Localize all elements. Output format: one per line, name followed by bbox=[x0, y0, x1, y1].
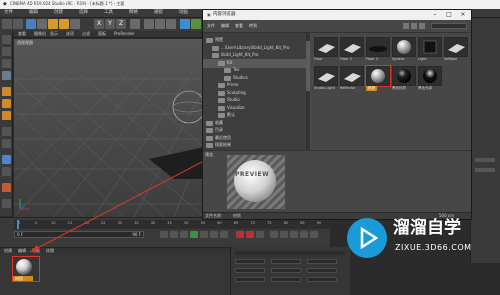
tree-item-label: lib4d_Light_Kit_Pro bbox=[221, 52, 259, 57]
forward-icon[interactable] bbox=[411, 23, 417, 29]
tree-item-label: Studio bbox=[227, 97, 240, 102]
tree-item-label: ...\User\Library\lib4d_Light_Kit_Pro bbox=[221, 44, 290, 50]
asset-label: Light bbox=[418, 57, 427, 61]
asset-thumbnail[interactable] bbox=[418, 66, 442, 86]
asset-thumbnail[interactable] bbox=[392, 37, 416, 57]
tree-item-label: 搜索结果 bbox=[215, 142, 231, 147]
asset-thumbnail[interactable] bbox=[392, 66, 416, 86]
tree-item-label: Prime bbox=[227, 82, 239, 87]
play-logo-icon bbox=[347, 218, 387, 258]
tree-item-label: 收藏 bbox=[215, 119, 223, 125]
asset-preview-icon bbox=[397, 40, 411, 54]
tree-item-label: 默认 bbox=[227, 112, 235, 117]
minimize-icon[interactable]: – bbox=[429, 11, 441, 19]
asset-thumbnail[interactable] bbox=[366, 37, 390, 57]
asset-thumbnail[interactable] bbox=[314, 66, 338, 86]
status-file-value: 材质 bbox=[233, 213, 241, 218]
asset-preview-icon bbox=[318, 73, 335, 82]
preview-label: 预览 bbox=[205, 152, 213, 157]
tree-item-label: 目录 bbox=[215, 127, 223, 132]
parent-folder-icon[interactable] bbox=[419, 23, 425, 29]
dialog-menu-item[interactable]: 编辑 bbox=[221, 24, 229, 28]
folder-icon bbox=[206, 135, 213, 141]
asset-label: Floor bbox=[314, 57, 323, 61]
asset-preview-icon bbox=[448, 44, 465, 53]
tree-scrollbar[interactable] bbox=[306, 33, 310, 150]
asset-label: Studio Light bbox=[314, 86, 335, 90]
asset-label: 材质 bbox=[366, 86, 377, 91]
asset-label: Reflector bbox=[340, 86, 356, 90]
asset-preview-icon bbox=[318, 44, 335, 53]
tree-item-label: Kit bbox=[227, 59, 233, 65]
asset-thumbnail[interactable] bbox=[444, 37, 468, 57]
folder-icon bbox=[206, 128, 213, 133]
dialog-menu-item[interactable]: 转到 bbox=[249, 24, 257, 28]
watermark-url: ZIXUE.3D66.COM bbox=[395, 243, 472, 252]
tree-item-label: Visualize bbox=[227, 104, 245, 110]
tree-item-label: 预置 bbox=[215, 37, 223, 42]
preview-text: PREVIEW bbox=[235, 171, 270, 178]
asset-thumbnail[interactable] bbox=[340, 66, 364, 86]
asset-preview-icon bbox=[397, 69, 411, 83]
asset-grid: Floor Floor 2 Floor 3 Sphere Light Softbox Stu… bbox=[311, 33, 471, 150]
asset-label: Sphere bbox=[392, 57, 405, 61]
content-browser-dialog: ▣ 内容浏览器 – □ × 文件 编辑 查看 转到 预置 ...\User\Librar… bbox=[202, 9, 472, 220]
tree-scrollbar-thumb[interactable] bbox=[306, 41, 310, 91]
watermark-brand: 溜溜自学 bbox=[393, 218, 461, 238]
tree-item-label: Studios bbox=[233, 74, 248, 80]
folder-icon bbox=[224, 68, 231, 73]
preview-area: 预览 PREVIEW bbox=[203, 150, 471, 212]
folder-icon bbox=[218, 83, 225, 88]
preview-image: PREVIEW bbox=[227, 155, 285, 209]
dialog-icon: ▣ bbox=[207, 12, 211, 17]
asset-thumbnail[interactable] bbox=[418, 37, 442, 57]
asset-preview-icon bbox=[423, 40, 437, 54]
close-icon[interactable]: × bbox=[457, 11, 469, 19]
dialog-menu-item[interactable]: 查看 bbox=[235, 24, 243, 28]
asset-label: Floor 3 bbox=[366, 57, 379, 61]
folder-icon bbox=[206, 143, 213, 148]
asset-preview-icon bbox=[344, 73, 361, 82]
asset-thumbnail[interactable] bbox=[340, 37, 364, 57]
asset-preview-icon bbox=[423, 69, 437, 83]
folder-icon bbox=[218, 105, 225, 111]
asset-label: 黑色材质 bbox=[392, 86, 406, 90]
asset-label: 黑色光泽 bbox=[418, 86, 432, 90]
asset-thumbnail[interactable] bbox=[314, 37, 338, 57]
folder-icon bbox=[218, 90, 225, 96]
asset-preview-icon bbox=[344, 44, 361, 53]
folder-icon bbox=[206, 38, 213, 43]
asset-preview-icon bbox=[371, 69, 385, 83]
tree-item-label: 最近使用 bbox=[215, 134, 231, 140]
folder-icon bbox=[218, 98, 225, 103]
dialog-menu-item[interactable]: 文件 bbox=[207, 24, 215, 28]
folder-icon bbox=[224, 75, 231, 81]
dialog-title-bar: ▣ 内容浏览器 – □ × bbox=[203, 10, 471, 20]
tree-item[interactable]: 搜索结果 bbox=[203, 141, 306, 150]
folder-icon bbox=[206, 120, 213, 126]
back-icon[interactable] bbox=[403, 23, 409, 29]
maximize-icon[interactable]: □ bbox=[443, 11, 455, 19]
search-input[interactable] bbox=[431, 23, 467, 29]
folder-icon bbox=[218, 60, 225, 66]
folder-tree: 预置 ...\User\Library\lib4d_Light_Kit_Proli… bbox=[203, 33, 307, 150]
folder-icon bbox=[218, 113, 225, 118]
dialog-title: 内容浏览器 bbox=[213, 12, 236, 17]
dialog-tool-icons bbox=[403, 21, 469, 31]
folder-icon bbox=[212, 53, 219, 58]
asset-label: Floor 2 bbox=[340, 57, 353, 61]
asset-label: Softbox bbox=[444, 57, 458, 61]
watermark: 溜溜自学 ZIXUE.3D66.COM bbox=[335, 210, 500, 272]
folder-icon bbox=[212, 45, 219, 51]
tree-item-label: Tex bbox=[233, 67, 240, 72]
status-file-label: 文件名称: bbox=[205, 213, 223, 218]
asset-preview-icon bbox=[369, 46, 387, 52]
tree-item-label: Sculpting bbox=[227, 89, 246, 95]
asset-thumbnail[interactable] bbox=[365, 65, 391, 87]
